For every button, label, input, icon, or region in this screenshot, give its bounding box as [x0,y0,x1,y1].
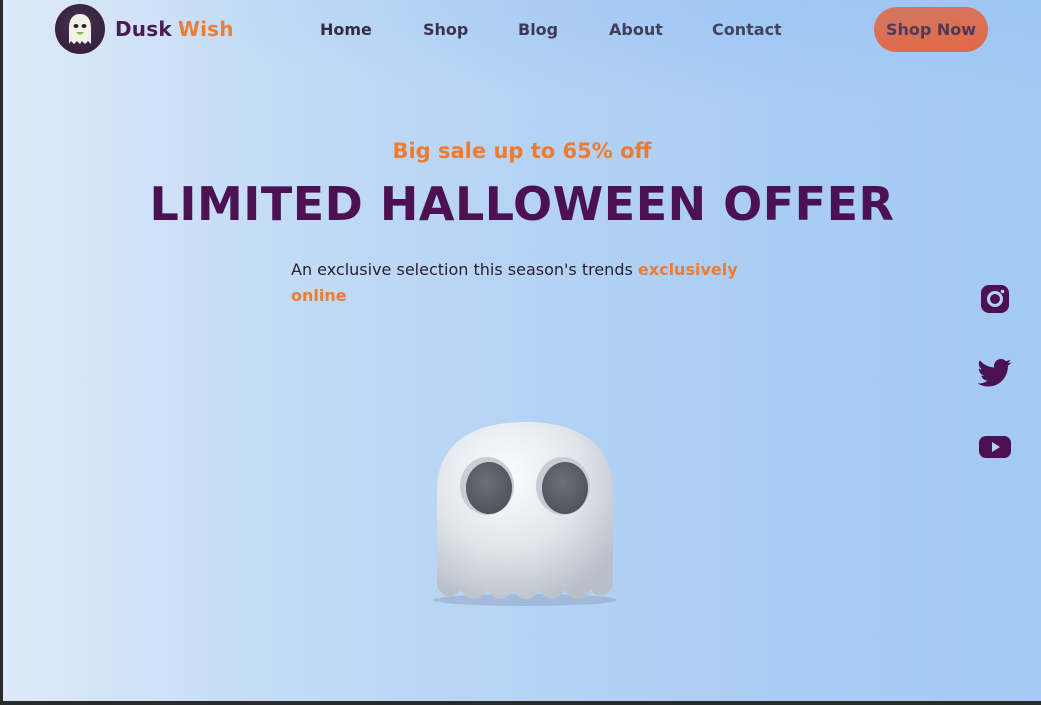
nav-about[interactable]: About [609,20,663,39]
hero-headline: LIMITED HALLOWEEN OFFER [149,177,895,231]
hero-subtitle: An exclusive selection this season's tre… [291,257,761,309]
shop-now-button[interactable]: Shop Now [874,7,988,52]
ghost-illustration [421,414,631,614]
hero-subtitle-text: An exclusive selection this season's tre… [291,260,638,279]
nav-home[interactable]: Home [320,20,372,39]
youtube-icon[interactable] [975,427,1015,467]
landing-page: Dusk Wish Home Shop Blog About Contact Sh… [3,0,1041,701]
ghost-logo-icon[interactable] [55,4,105,54]
brand-name-part2: Wish [177,17,234,41]
twitter-icon[interactable] [975,353,1015,393]
nav-contact[interactable]: Contact [712,20,782,39]
instagram-icon[interactable] [975,279,1015,319]
sale-kicker: Big sale up to 65% off [392,139,652,163]
brand-name-part1: Dusk [115,17,172,41]
brand-name[interactable]: Dusk Wish [115,17,234,41]
nav-shop[interactable]: Shop [423,20,468,39]
nav-blog[interactable]: Blog [518,20,558,39]
